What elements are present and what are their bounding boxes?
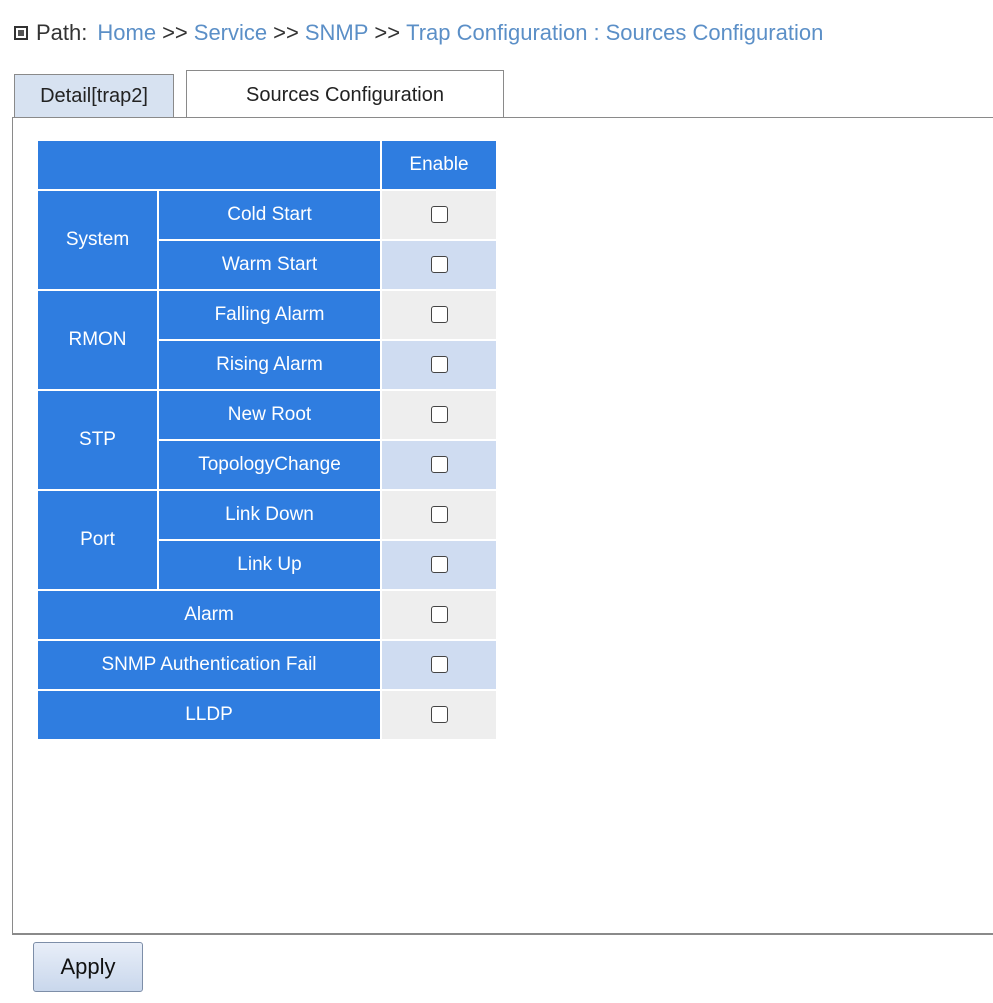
square-icon bbox=[14, 26, 28, 40]
divider bbox=[503, 117, 993, 118]
new-root-checkbox[interactable] bbox=[430, 406, 448, 424]
table-row: Alarm bbox=[36, 589, 498, 641]
item-label-falling-alarm: Falling Alarm bbox=[157, 289, 382, 341]
divider bbox=[12, 934, 993, 935]
breadcrumb-service[interactable]: Service bbox=[194, 20, 267, 46]
enable-cell bbox=[380, 439, 498, 491]
breadcrumb-trap-configuration[interactable]: Trap Configuration bbox=[406, 20, 587, 46]
item-label-rising-alarm: Rising Alarm bbox=[157, 339, 382, 391]
item-label-cold-start: Cold Start bbox=[157, 189, 382, 241]
breadcrumb-page-separator: : bbox=[593, 20, 600, 45]
table-header-row: Enable bbox=[36, 139, 498, 191]
enable-cell bbox=[380, 389, 498, 441]
link-down-checkbox[interactable] bbox=[430, 506, 448, 524]
group-label-port: Port bbox=[36, 489, 159, 591]
falling-alarm-checkbox[interactable] bbox=[430, 306, 448, 324]
group-label-stp: STP bbox=[36, 389, 159, 491]
tab-bar: Detail[trap2] Sources Configuration bbox=[14, 70, 993, 119]
table-row: System Cold Start bbox=[36, 189, 498, 291]
breadcrumb-separator: >> bbox=[273, 20, 299, 45]
breadcrumb: Path: Home >> Service >> SNMP >> Trap Co… bbox=[14, 20, 823, 46]
link-up-checkbox[interactable] bbox=[430, 556, 448, 574]
enable-cell bbox=[380, 239, 498, 291]
lldp-checkbox[interactable] bbox=[430, 706, 448, 724]
divider bbox=[12, 117, 186, 118]
table-row: RMON Falling Alarm bbox=[36, 289, 498, 391]
tab-detail-trap2[interactable]: Detail[trap2] bbox=[14, 74, 174, 118]
path-label: Path: bbox=[36, 20, 88, 45]
item-label-topology-change: TopologyChange bbox=[157, 439, 382, 491]
group-label-system: System bbox=[36, 189, 159, 291]
item-label-snmp-auth-fail: SNMP Authentication Fail bbox=[36, 639, 382, 691]
table-row: Port Link Down bbox=[36, 489, 498, 591]
enable-cell bbox=[380, 539, 498, 591]
topology-change-checkbox[interactable] bbox=[430, 456, 448, 474]
warm-start-checkbox[interactable] bbox=[430, 256, 448, 274]
enable-cell bbox=[380, 689, 498, 741]
rising-alarm-checkbox[interactable] bbox=[430, 356, 448, 374]
enable-cell bbox=[380, 489, 498, 541]
item-label-lldp: LLDP bbox=[36, 689, 382, 741]
table-row: SNMP Authentication Fail bbox=[36, 639, 498, 691]
header-blank-cell bbox=[36, 139, 382, 191]
breadcrumb-separator: >> bbox=[162, 20, 188, 45]
apply-button[interactable]: Apply bbox=[33, 942, 143, 992]
enable-column-header: Enable bbox=[380, 139, 498, 191]
breadcrumb-current[interactable]: Sources Configuration bbox=[606, 20, 824, 46]
breadcrumb-home[interactable]: Home bbox=[97, 20, 156, 46]
cold-start-checkbox[interactable] bbox=[430, 206, 448, 224]
enable-cell bbox=[380, 589, 498, 641]
tab-sources-configuration[interactable]: Sources Configuration bbox=[186, 70, 504, 119]
enable-cell bbox=[380, 339, 498, 391]
table-row: STP New Root bbox=[36, 389, 498, 491]
item-label-warm-start: Warm Start bbox=[157, 239, 382, 291]
breadcrumb-separator: >> bbox=[374, 20, 401, 45]
item-label-link-up: Link Up bbox=[157, 539, 382, 591]
enable-cell bbox=[380, 189, 498, 241]
item-label-alarm: Alarm bbox=[36, 589, 382, 641]
group-label-rmon: RMON bbox=[36, 289, 159, 391]
enable-cell bbox=[380, 639, 498, 691]
breadcrumb-snmp[interactable]: SNMP bbox=[305, 20, 369, 46]
item-label-new-root: New Root bbox=[157, 389, 382, 441]
enable-cell bbox=[380, 289, 498, 341]
alarm-checkbox[interactable] bbox=[430, 606, 448, 624]
table-row: LLDP bbox=[36, 689, 498, 741]
item-label-link-down: Link Down bbox=[157, 489, 382, 541]
snmp-auth-fail-checkbox[interactable] bbox=[430, 656, 448, 674]
trap-sources-table: Enable System Cold Start Warm Start RMON… bbox=[36, 139, 498, 741]
